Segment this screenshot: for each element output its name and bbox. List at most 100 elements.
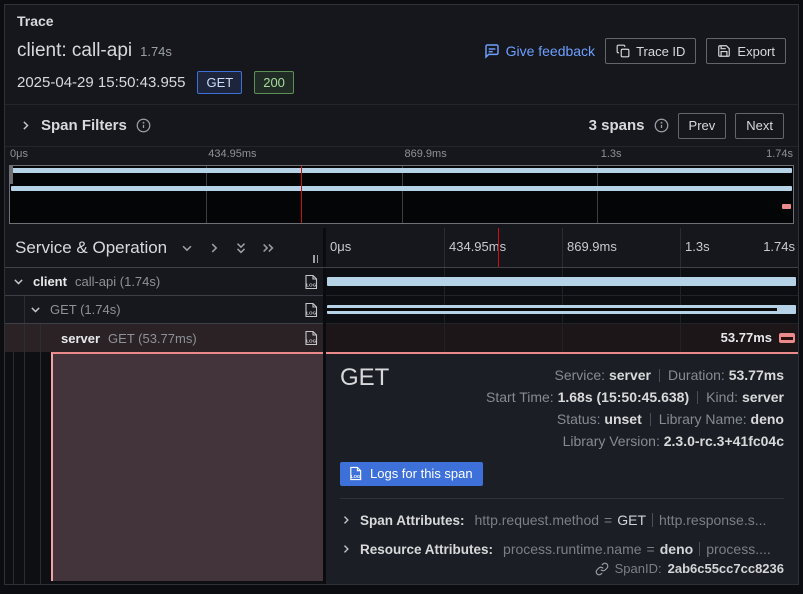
timeline-ruler: 0μs 434.95ms 869.9ms 1.3s 1.74s [326, 228, 798, 267]
minimap-gridline [206, 166, 207, 223]
span-filters-toggle[interactable]: Span Filters [19, 117, 151, 134]
span-service-name: server [61, 331, 100, 346]
panel-title: Trace [17, 13, 786, 29]
link-icon [595, 562, 609, 576]
indent-guide [24, 296, 25, 323]
minimap-drag-handle[interactable] [10, 166, 13, 184]
minimap-span-bar-get [11, 186, 792, 191]
span-row-server-selected[interactable]: server GET (53.77ms) LOG 53.77ms [5, 324, 798, 352]
span-detail-indent-area [5, 352, 323, 584]
prev-span-button[interactable]: Prev [678, 113, 727, 139]
span-service-name: client [33, 274, 67, 289]
give-feedback-link[interactable]: Give feedback [484, 43, 596, 59]
svg-text:LOG: LOG [306, 311, 316, 316]
span-id-label: SpanID: [615, 561, 662, 576]
minimap-tick: 1.3s [598, 148, 622, 160]
collapse-chevron-icon[interactable] [12, 275, 25, 288]
trace-duration: 1.74s [140, 44, 172, 59]
indent-guide [24, 324, 25, 352]
span-operation-name: GET (1.74s) [50, 302, 121, 317]
svg-text:LOG: LOG [306, 283, 316, 288]
trace-minimap: 0μs 434.95ms 869.9ms 1.3s 1.74s [5, 147, 798, 228]
minimap-span-bar-client [11, 168, 792, 173]
span-row-get[interactable]: GET (1.74s) LOG [5, 296, 798, 324]
timeline-cursor-line [498, 228, 499, 267]
minimap-tick-labels: 0μs 434.95ms 869.9ms 1.3s 1.74s [9, 148, 794, 162]
svg-text:LOG: LOG [306, 339, 316, 344]
timeline-tick: 869.9ms [562, 228, 680, 267]
span-bar-client[interactable] [327, 277, 796, 286]
span-operation-name: GET (53.77ms) [108, 331, 197, 346]
svg-text:LOG: LOG [351, 474, 361, 479]
chevron-right-icon [340, 543, 352, 555]
span-bar-get[interactable] [327, 305, 796, 314]
indent-guide [13, 352, 14, 584]
double-chevron-down-icon[interactable] [234, 241, 248, 255]
minimap-tick: 434.95ms [205, 148, 256, 160]
minimap-gridline [597, 166, 598, 223]
info-icon [136, 118, 151, 133]
minimap-tick: 1.74s [766, 148, 793, 160]
timeline-tick: 0μs [326, 228, 444, 267]
timeline-tick: 1.3s 1.74s [680, 228, 798, 267]
export-button[interactable]: Export [706, 38, 786, 64]
chevron-down-icon[interactable] [180, 241, 194, 255]
logs-for-span-button[interactable]: LOG Logs for this span [340, 462, 483, 486]
resource-attributes-row[interactable]: Resource Attributes: process.runtime.nam… [340, 541, 784, 557]
chevron-right-icon[interactable] [207, 241, 221, 255]
chevron-right-icon [19, 119, 32, 132]
selected-span-color-block [51, 352, 323, 581]
minimap-span-bar-server [782, 204, 791, 209]
timeline-tick: 1.74s [763, 228, 795, 266]
span-filters-title: Span Filters [41, 117, 127, 134]
timeline-header: Service & Operation 0μs 434.95ms 869.9ms… [5, 228, 798, 268]
save-icon [717, 44, 731, 58]
comment-icon [484, 43, 500, 59]
log-icon[interactable]: LOG [303, 274, 319, 290]
span-detail-meta: Service: serverDuration: 53.77ms Start T… [486, 364, 784, 452]
indent-guide [40, 352, 41, 584]
span-row-client[interactable]: client call-api (1.74s) LOG [5, 268, 798, 296]
critical-path-stripe [327, 308, 777, 311]
minimap-cursor-line [301, 166, 302, 223]
trace-header: Trace client: call-api 1.74s Give feedba… [5, 5, 798, 105]
span-id-value: 2ab6c55cc7cc8236 [668, 561, 784, 576]
span-detail-section: GET Service: serverDuration: 53.77ms Sta… [5, 352, 798, 584]
span-operation-name: call-api (1.74s) [75, 274, 160, 289]
indent-guide [24, 352, 25, 584]
span-detail-title: GET [340, 364, 389, 452]
http-status-badge: 200 [254, 71, 294, 94]
trace-panel: Trace client: call-api 1.74s Give feedba… [4, 4, 799, 585]
critical-path-stripe [781, 337, 793, 340]
span-id-footer[interactable]: SpanID: 2ab6c55cc7cc8236 [595, 561, 784, 576]
span-rows: client call-api (1.74s) LOG GET (1.74s) [5, 268, 798, 352]
copy-icon [616, 44, 630, 58]
trace-title: client: call-api [17, 40, 132, 62]
span-detail-panel: GET Service: serverDuration: 53.77ms Sta… [326, 352, 798, 584]
next-span-button[interactable]: Next [735, 113, 784, 139]
span-attributes-row[interactable]: Span Attributes: http.request.method = G… [340, 512, 784, 528]
service-operation-title: Service & Operation [15, 238, 167, 258]
minimap-gridline [402, 166, 403, 223]
column-resize-handle[interactable] [313, 255, 318, 263]
span-count: 3 spans [589, 117, 645, 134]
trace-start-timestamp: 2025-04-29 15:50:43.955 [17, 74, 185, 91]
minimap-canvas[interactable] [9, 165, 794, 224]
indent-guide [40, 324, 41, 352]
double-chevron-right-icon[interactable] [261, 241, 275, 255]
log-icon: LOG [348, 466, 363, 481]
info-icon [654, 118, 669, 133]
span-filters-bar: Span Filters 3 spans Prev Next [5, 105, 798, 147]
divider [340, 498, 784, 499]
span-bar-server[interactable] [779, 333, 795, 343]
chevron-right-icon [340, 514, 352, 526]
trace-id-button[interactable]: Trace ID [605, 38, 696, 64]
span-duration-label: 53.77ms [721, 324, 772, 352]
collapse-chevron-icon[interactable] [29, 303, 42, 316]
minimap-tick: 0μs [10, 148, 28, 160]
log-icon[interactable]: LOG [303, 302, 319, 318]
log-icon[interactable]: LOG [303, 330, 319, 346]
http-method-badge: GET [197, 71, 242, 94]
timeline-tick: 434.95ms [444, 228, 562, 267]
minimap-tick: 869.9ms [402, 148, 447, 160]
